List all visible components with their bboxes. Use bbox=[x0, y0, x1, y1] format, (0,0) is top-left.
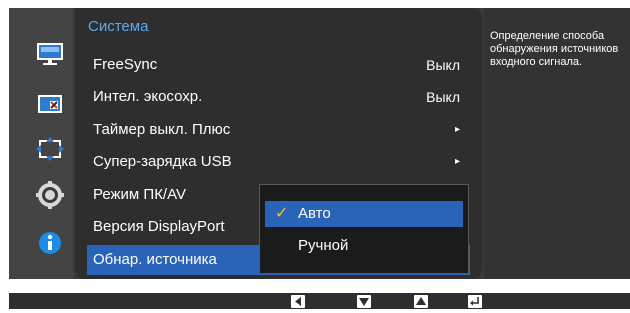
option-label: Авто bbox=[298, 205, 331, 222]
checkmark-icon: ✓ bbox=[275, 205, 289, 222]
chevron-right-icon: ▸ bbox=[454, 124, 460, 135]
menu-title: Система bbox=[88, 18, 149, 35]
system-gear-icon[interactable] bbox=[32, 180, 68, 210]
menu-item-value: Выкл bbox=[426, 57, 460, 73]
chevron-right-icon: ▸ bbox=[454, 156, 460, 167]
up-button[interactable] bbox=[414, 295, 428, 308]
osd-icon-sidebar bbox=[9, 8, 73, 279]
monitor-icon[interactable] bbox=[32, 38, 68, 68]
menu-item-label: Версия DisplayPort bbox=[93, 218, 225, 235]
left-button[interactable] bbox=[291, 295, 305, 308]
source-detection-submenu: ✓ Авто Ручной bbox=[259, 184, 469, 274]
menu-item-label: Интел. экосохр. bbox=[93, 88, 203, 105]
menu-item-value: Выкл bbox=[426, 89, 460, 105]
menu-item-label: Обнар. источника bbox=[93, 251, 217, 268]
menu-item-off-timer-plus[interactable]: Таймер выкл. Плюс ▸ bbox=[87, 115, 470, 145]
menu-item-label: Таймер выкл. Плюс bbox=[93, 121, 231, 138]
option-manual[interactable]: Ручной bbox=[265, 233, 463, 259]
info-icon[interactable] bbox=[32, 228, 68, 258]
picture-icon[interactable] bbox=[32, 90, 68, 120]
menu-item-label: Супер-зарядка USB bbox=[93, 153, 232, 170]
menu-item-eco-saving[interactable]: Интел. экосохр. Выкл bbox=[87, 82, 470, 112]
enter-button[interactable] bbox=[468, 295, 482, 308]
menu-item-label: FreeSync bbox=[93, 56, 158, 73]
menu-item-freesync[interactable]: FreeSync Выкл bbox=[87, 50, 470, 80]
down-button[interactable] bbox=[357, 295, 371, 308]
option-auto[interactable]: ✓ Авто bbox=[265, 201, 463, 227]
menu-item-label: Режим ПК/AV bbox=[93, 186, 186, 203]
menu-item-usb-super-charging[interactable]: Супер-зарядка USB ▸ bbox=[87, 147, 470, 177]
onscreen-display-icon[interactable] bbox=[32, 134, 68, 164]
option-label: Ручной bbox=[298, 237, 349, 254]
control-guide-bar bbox=[9, 293, 630, 309]
help-text: Определение способа обнаружения источник… bbox=[490, 30, 619, 68]
help-panel: Определение способа обнаружения источник… bbox=[484, 8, 630, 279]
